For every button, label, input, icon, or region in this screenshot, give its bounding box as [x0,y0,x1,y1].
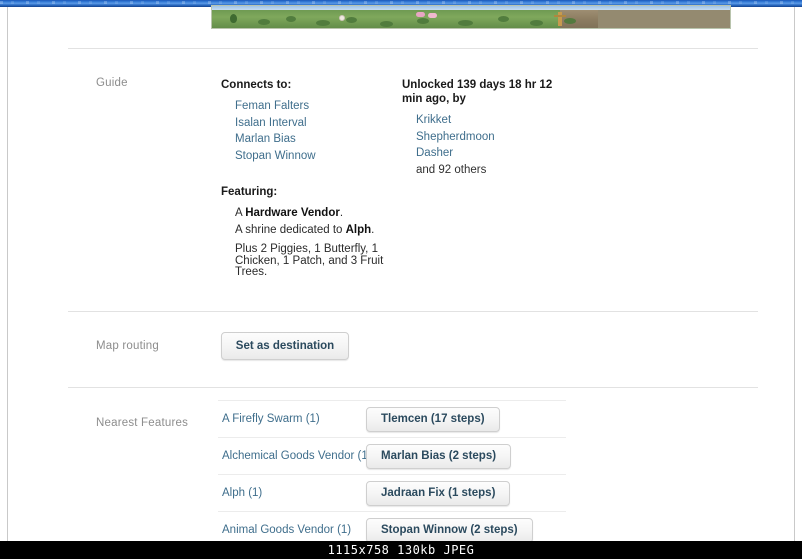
feature-name-link[interactable]: Animal Goods Vendor (1) [218,524,366,536]
banner-flower [416,12,425,17]
featuring-prefix: A shrine dedicated to [235,223,346,236]
divider-nearest-features-top [68,387,758,388]
featuring-item: A Hardware Vendor. [235,205,391,222]
featuring-group: Featuring: A Hardware Vendor. A shrine d… [221,185,391,279]
feature-destination-button[interactable]: Jadraan Fix (1 steps) [366,480,511,506]
banner-critter [339,15,345,21]
table-row: Alph (1) Jadraan Fix (1 steps) [218,474,566,511]
divider-guide-top [68,48,758,49]
connects-link[interactable]: Isalan Interval [235,115,386,132]
banner-bush [564,18,576,24]
divider-map-routing-top [68,311,758,312]
banner-bush [417,18,429,24]
banner-tree [230,14,237,23]
table-row: A Firefly Swarm (1) Tlemcen (17 steps) [218,400,566,437]
featuring-suffix: . [339,207,344,219]
featuring-plus-summary: Plus 2 Piggies, 1 Butterfly, 1 Chicken, … [235,243,384,278]
featuring-prefix: A [235,207,246,219]
titlebar-texture [0,1,802,4]
banner-cliff [598,10,730,28]
banner-bush [316,20,330,26]
feature-destination-button[interactable]: Stopan Winnow (2 steps) [366,517,533,543]
connects-to-group: Connects to: Feman Falters Isalan Interv… [221,78,386,164]
feature-name-link[interactable]: Alph (1) [218,487,366,499]
connects-to-heading: Connects to: [221,79,292,91]
section-label-map-routing: Map routing [96,340,159,352]
featuring-item: A shrine dedicated to Alph. [235,222,391,239]
feature-destination-button[interactable]: Marlan Bias (2 steps) [366,443,512,469]
nearest-features-table: A Firefly Swarm (1) Tlemcen (17 steps) A… [218,400,566,548]
feature-destination-cell: Stopan Winnow (2 steps) [366,517,566,543]
unlocked-by-group: Unlocked 139 days 18 hr 12 min ago, by K… [402,78,592,178]
feature-destination-cell: Tlemcen (17 steps) [366,406,566,432]
unlocked-user-link[interactable]: Shepherdmoon [416,129,592,146]
banner-bush [258,19,270,25]
feature-destination-cell: Jadraan Fix (1 steps) [366,480,566,506]
page-content: Guide Connects to: Feman Falters Isalan … [8,30,794,543]
banner-flower [428,13,437,18]
feature-destination-button[interactable]: Tlemcen (17 steps) [366,406,500,432]
banner-bush [498,16,509,22]
unlocked-others-count: and 92 others [416,163,487,176]
banner-bush [530,20,543,26]
unlocked-heading: Unlocked 139 days 18 hr 12 min ago, by [402,79,553,105]
section-label-guide: Guide [96,77,128,89]
feature-name-link[interactable]: A Firefly Swarm (1) [218,413,366,425]
unlocked-user-link[interactable]: Dasher [416,145,592,162]
featuring-highlight: Alph [345,223,372,236]
table-row: Alchemical Goods Vendor (1) Marlan Bias … [218,437,566,474]
location-banner-image [211,5,731,29]
banner-bush [458,20,473,26]
unlocked-user-link[interactable]: Krikket [416,112,592,129]
connects-link[interactable]: Feman Falters [235,98,386,115]
page-right-border [794,7,795,541]
section-label-nearest-features: Nearest Features [96,417,189,429]
connects-link[interactable]: Stopan Winnow [235,148,386,165]
feature-name-link[interactable]: Alchemical Goods Vendor (1) [218,450,372,462]
banner-bush [286,16,296,22]
feature-destination-cell: Marlan Bias (2 steps) [366,443,566,469]
banner-bush [380,21,393,27]
featuring-suffix: . [371,223,375,236]
connects-link[interactable]: Marlan Bias [235,131,386,148]
set-as-destination-button[interactable]: Set as destination [221,332,349,360]
featuring-highlight: Hardware Vendor [245,207,340,219]
image-info-statusbar: 1115x758 130kb JPEG [0,541,802,559]
featuring-heading: Featuring: [221,186,278,198]
banner-scarecrow [554,12,566,26]
banner-bush [346,17,357,23]
